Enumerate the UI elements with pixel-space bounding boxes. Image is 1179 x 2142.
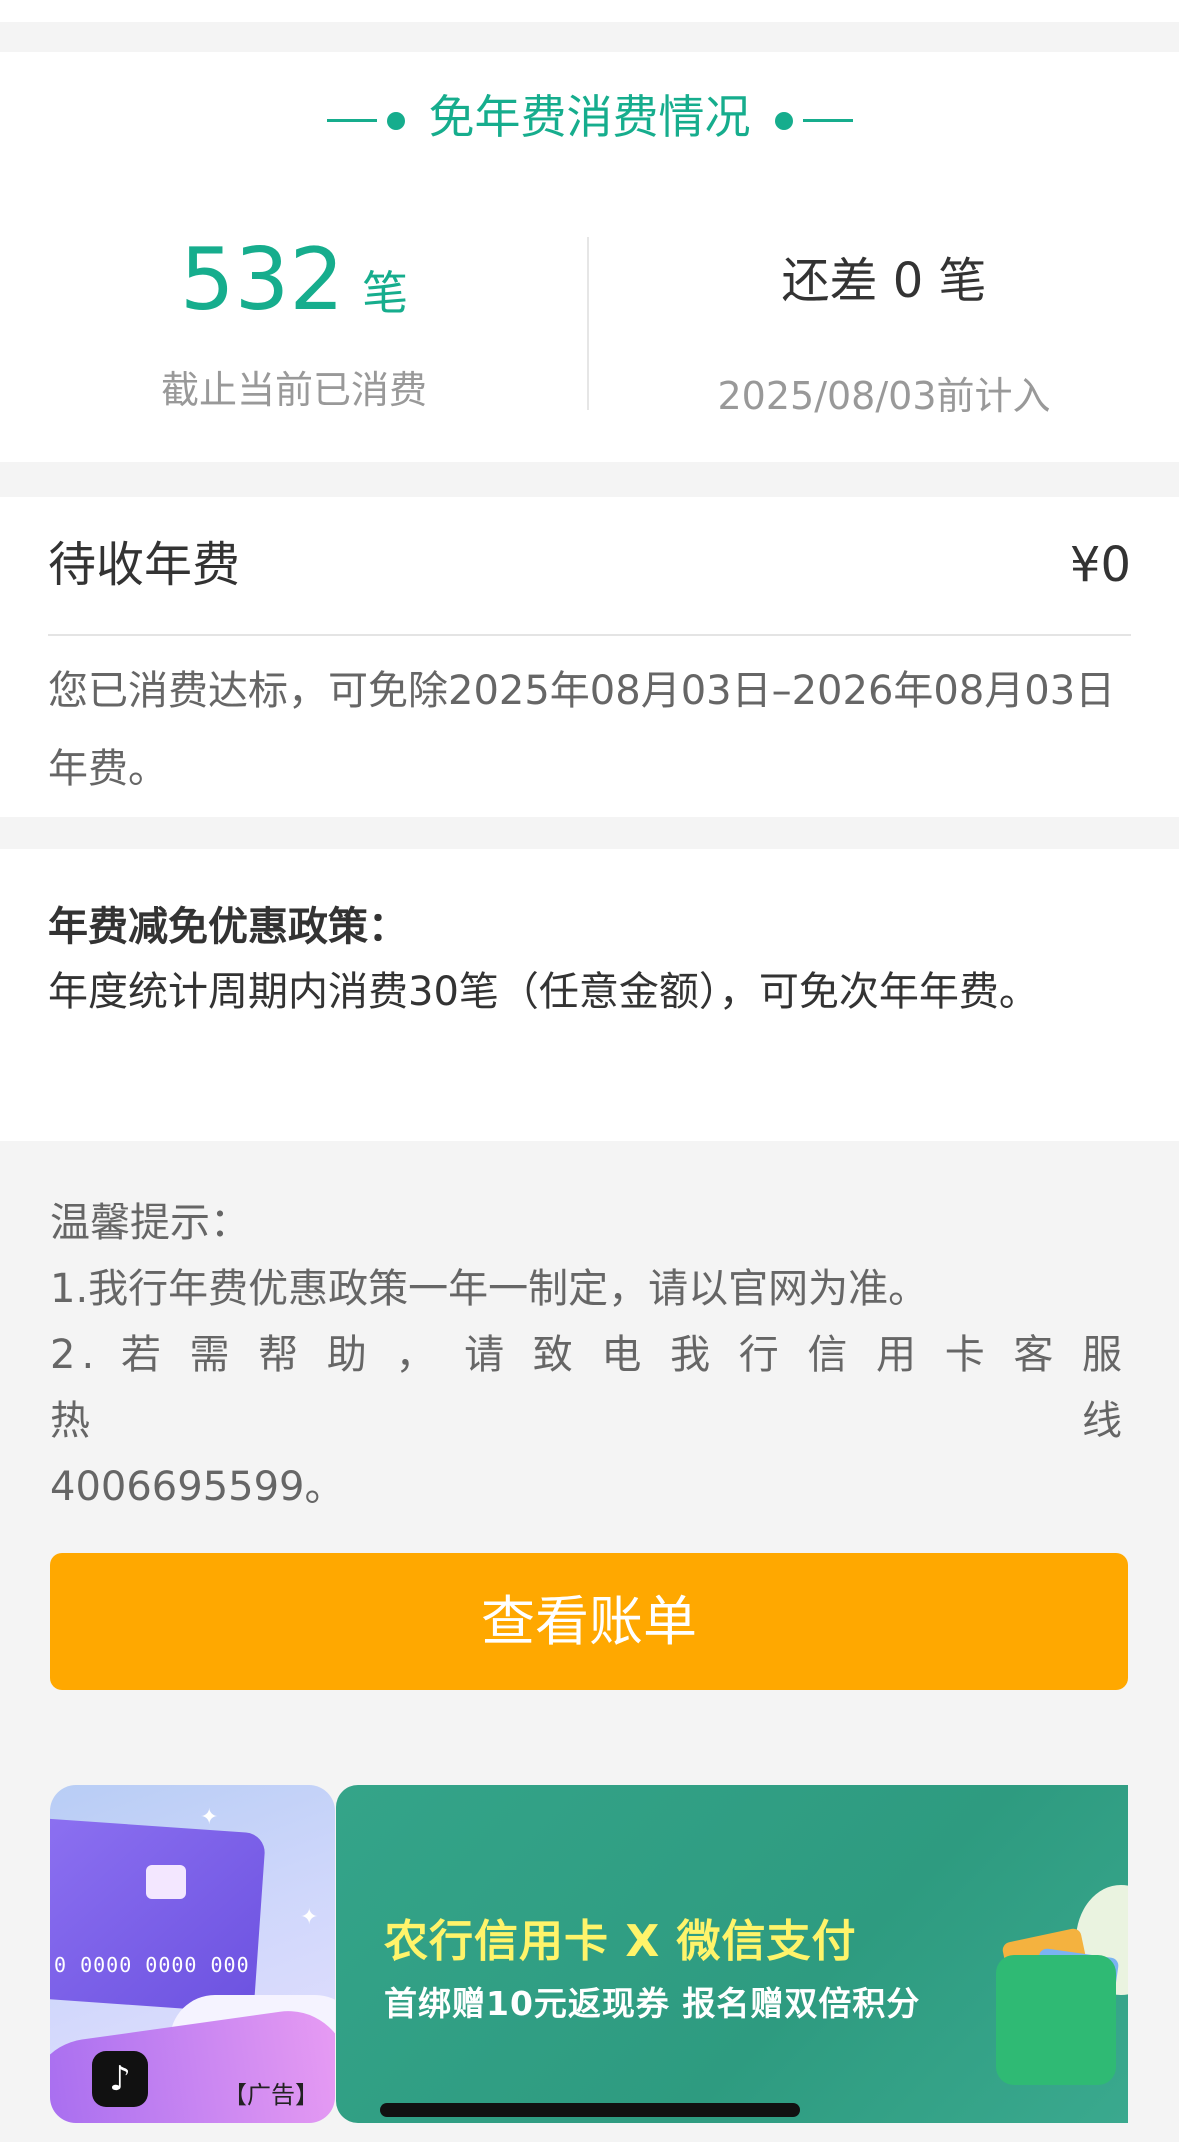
tips-line-1: 1.我行年费优惠政策一年一制定，请以官网为准。 — [50, 1266, 929, 1312]
title-decoration-right — [765, 111, 853, 130]
policy-title: 年费减免优惠政策： — [48, 904, 408, 950]
deadline-text: 2025/08/03前计入 — [717, 374, 1051, 418]
ad-subtitle: 首绑赠10元返现券 报名赠双倍积分 — [384, 1984, 921, 2023]
card-chip-icon — [146, 1865, 186, 1899]
annual-fee-label: 待收年费 — [48, 537, 241, 593]
section-title-text: 免年费消费情况 — [428, 90, 751, 144]
ad-title: 农行信用卡 X 微信支付 — [384, 1916, 857, 1967]
view-bill-button[interactable]: 查看账单 — [50, 1553, 1128, 1690]
annual-fee-value: ¥0 — [1069, 537, 1131, 593]
home-indicator[interactable] — [380, 2103, 800, 2117]
policy-body: 年度统计周期内消费30笔（任意金额），可免次年年费。 — [48, 969, 1039, 1015]
sparkle-icon: ✦ — [200, 1805, 219, 1830]
consumed-count-label: 截止当前已消费 — [160, 368, 427, 412]
tips-section: 温馨提示： 1.我行年费优惠政策一年一制定，请以官网为准。 2. 若 需 帮 助… — [50, 1190, 1128, 1520]
consumed-count-unit: 笔 — [362, 266, 409, 320]
remaining-count: 还差 0 笔 — [781, 253, 987, 309]
consumed-count: 532 笔 — [0, 230, 588, 330]
top-strip — [0, 0, 1179, 22]
tips-heading: 温馨提示： — [50, 1200, 250, 1246]
credit-card-graphic — [50, 1816, 266, 2014]
card-number-text: 0 0000 0000 000 — [54, 1953, 250, 1977]
sparkle-icon: ✦ — [300, 1905, 319, 1930]
tips-hotline: 4006695599。 — [50, 1464, 345, 1510]
tiktok-icon: ♪ — [92, 2051, 148, 2107]
wallet-illustration — [996, 1955, 1116, 2085]
fee-divider — [48, 634, 1131, 636]
fee-waiver-description: 您已消费达标，可免除2025年08月03日–2026年08月03日年费。 — [48, 668, 1116, 792]
section-title: 免年费消费情况 — [0, 82, 1179, 152]
title-decoration-left — [326, 111, 415, 130]
tips-line-2: 2. 若 需 帮 助 ， 请 致 电 我 行 信 用 卡 客 服 热 线 — [50, 1332, 1128, 1444]
ad-tag: 【广告】 — [223, 2081, 319, 2109]
ad-banner-left[interactable]: 0 0000 0000 000 ✦ ✦ ♪ 【广告】 — [50, 1785, 335, 2123]
ad-banner-main[interactable]: 农行信用卡 X 微信支付 首绑赠10元返现券 报名赠双倍积分 — [336, 1785, 1128, 2123]
consumed-count-number: 532 — [179, 230, 345, 330]
